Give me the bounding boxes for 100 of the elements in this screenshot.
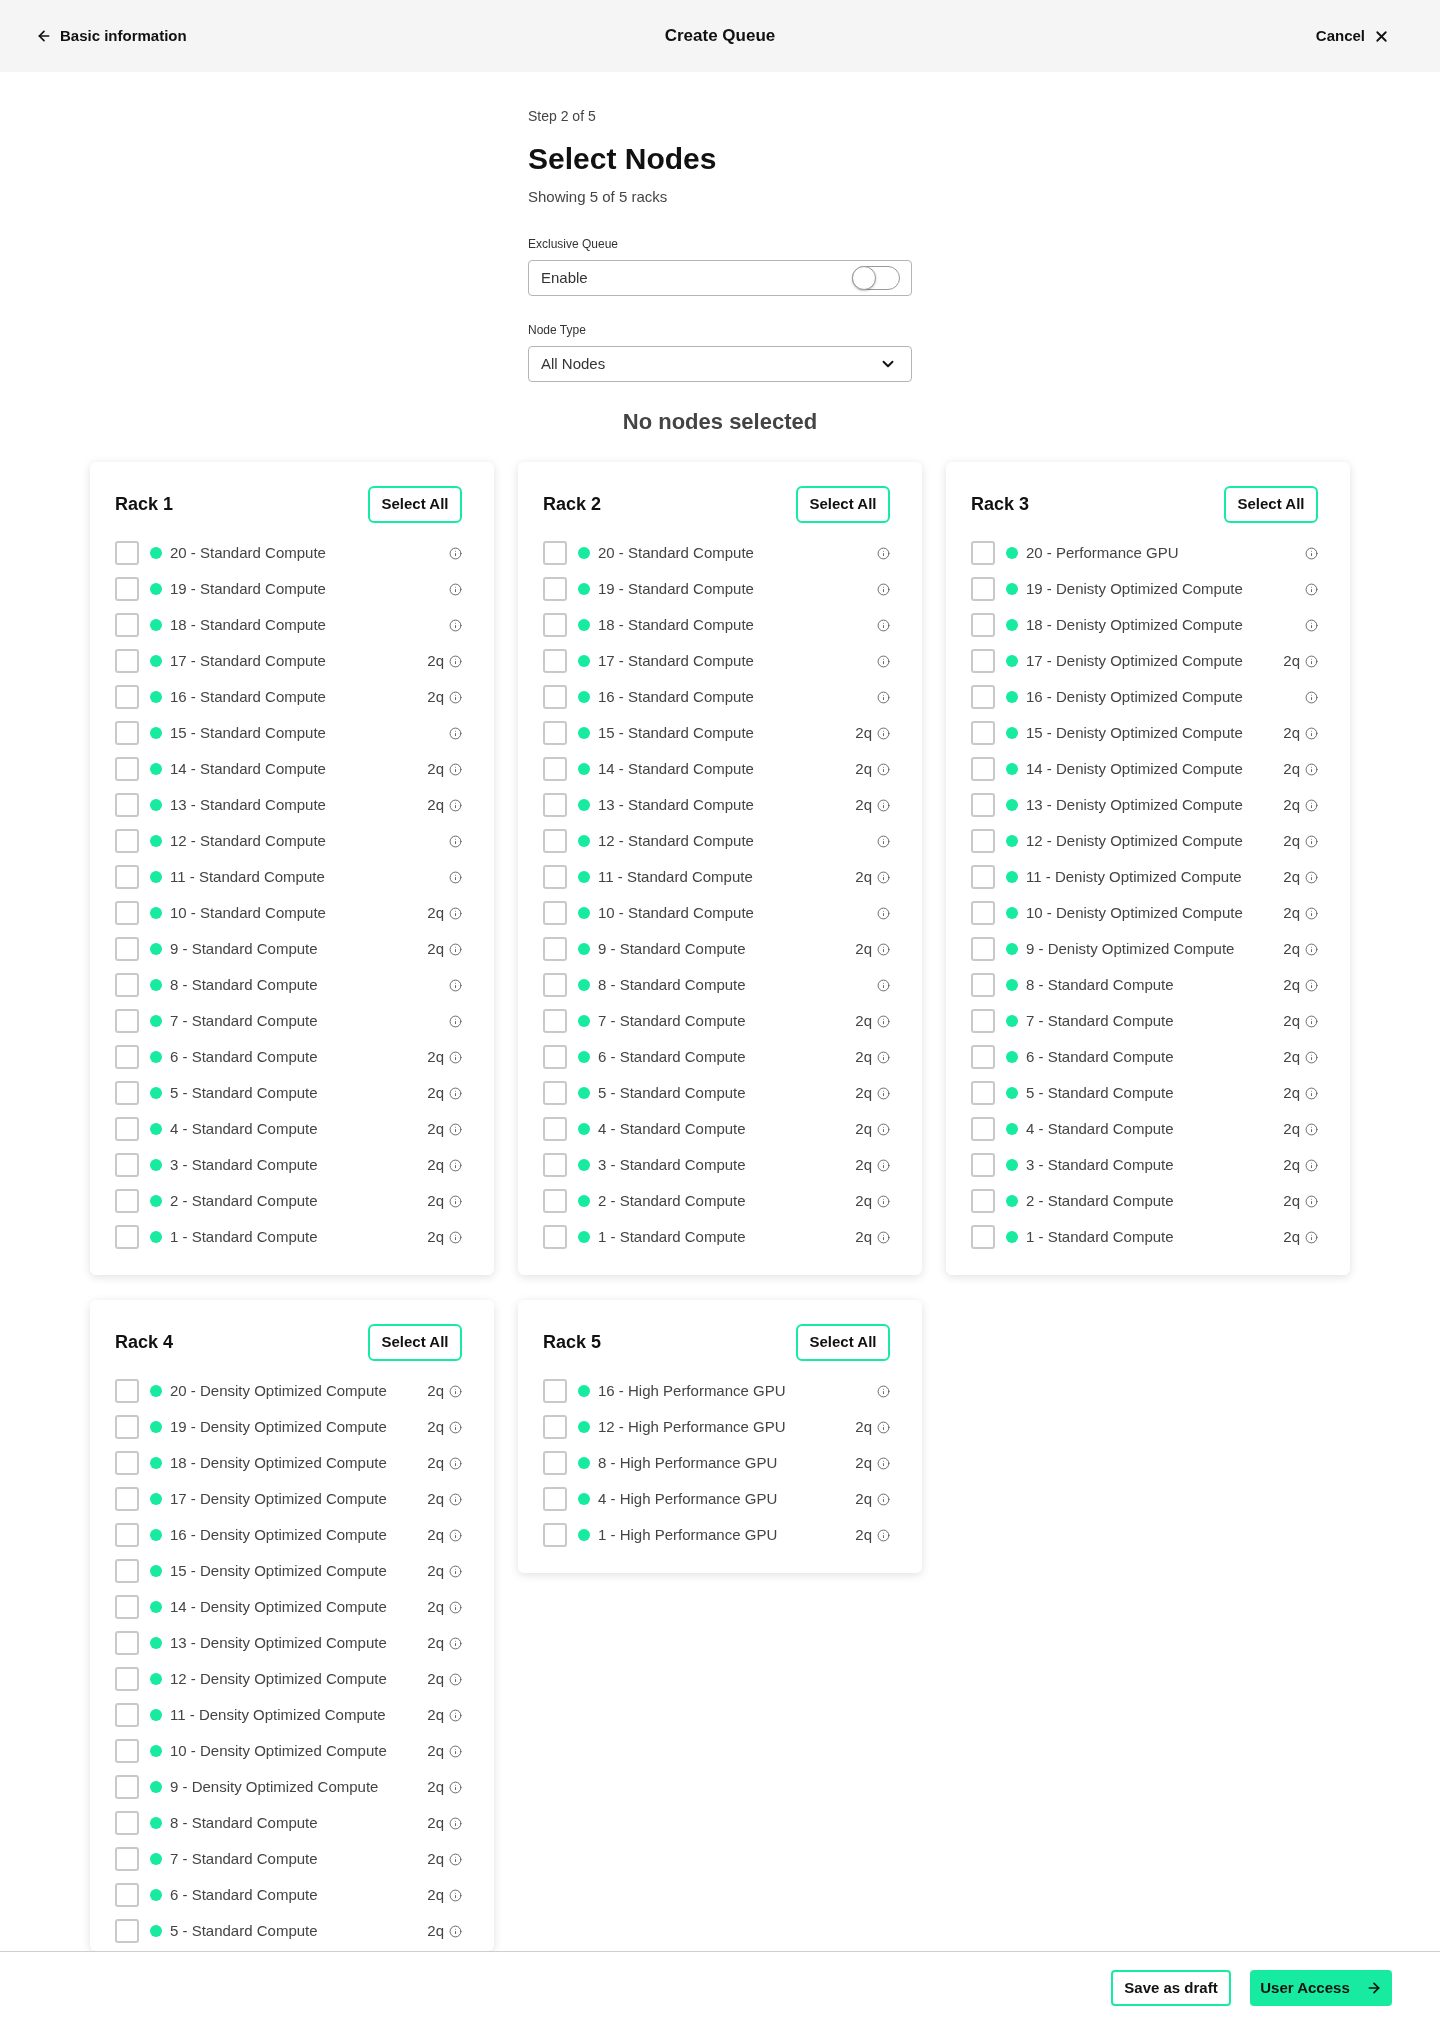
info-icon[interactable]: [1305, 834, 1318, 848]
node-checkbox[interactable]: [971, 541, 995, 565]
node-checkbox[interactable]: [543, 613, 567, 637]
node-checkbox[interactable]: [115, 1595, 139, 1619]
node-checkbox[interactable]: [971, 865, 995, 889]
info-icon[interactable]: [449, 978, 462, 992]
toggle-switch[interactable]: [852, 266, 900, 290]
info-icon[interactable]: [877, 654, 890, 668]
node-checkbox[interactable]: [971, 1117, 995, 1141]
node-checkbox[interactable]: [971, 937, 995, 961]
node-checkbox[interactable]: [115, 1045, 139, 1069]
info-icon[interactable]: [1305, 1122, 1318, 1136]
node-checkbox[interactable]: [115, 901, 139, 925]
node-checkbox[interactable]: [543, 1415, 567, 1439]
info-icon[interactable]: [449, 1780, 462, 1794]
node-checkbox[interactable]: [115, 1739, 139, 1763]
node-checkbox[interactable]: [543, 721, 567, 745]
node-checkbox[interactable]: [115, 1081, 139, 1105]
node-checkbox[interactable]: [115, 1487, 139, 1511]
info-icon[interactable]: [449, 1014, 462, 1028]
node-checkbox[interactable]: [543, 1045, 567, 1069]
node-checkbox[interactable]: [543, 901, 567, 925]
node-checkbox[interactable]: [115, 1451, 139, 1475]
info-icon[interactable]: [877, 1528, 890, 1542]
node-checkbox[interactable]: [543, 793, 567, 817]
info-icon[interactable]: [877, 690, 890, 704]
node-checkbox[interactable]: [971, 577, 995, 601]
node-checkbox[interactable]: [115, 1117, 139, 1141]
info-icon[interactable]: [877, 726, 890, 740]
info-icon[interactable]: [449, 1708, 462, 1722]
back-link[interactable]: Basic information: [36, 24, 187, 48]
info-icon[interactable]: [1305, 762, 1318, 776]
info-icon[interactable]: [877, 1086, 890, 1100]
info-icon[interactable]: [449, 690, 462, 704]
info-icon[interactable]: [1305, 726, 1318, 740]
info-icon[interactable]: [1305, 690, 1318, 704]
info-icon[interactable]: [877, 1122, 890, 1136]
info-icon[interactable]: [877, 1230, 890, 1244]
info-icon[interactable]: [449, 1816, 462, 1830]
node-checkbox[interactable]: [543, 1379, 567, 1403]
node-checkbox[interactable]: [115, 1189, 139, 1213]
node-checkbox[interactable]: [543, 829, 567, 853]
info-icon[interactable]: [877, 942, 890, 956]
node-checkbox[interactable]: [115, 1919, 139, 1943]
node-checkbox[interactable]: [115, 793, 139, 817]
node-checkbox[interactable]: [543, 1153, 567, 1177]
node-checkbox[interactable]: [115, 577, 139, 601]
node-checkbox[interactable]: [115, 1775, 139, 1799]
info-icon[interactable]: [449, 618, 462, 632]
info-icon[interactable]: [449, 654, 462, 668]
info-icon[interactable]: [449, 1672, 462, 1686]
info-icon[interactable]: [877, 1014, 890, 1028]
node-checkbox[interactable]: [971, 757, 995, 781]
info-icon[interactable]: [1305, 906, 1318, 920]
info-icon[interactable]: [449, 1852, 462, 1866]
info-icon[interactable]: [449, 1050, 462, 1064]
info-icon[interactable]: [449, 1492, 462, 1506]
info-icon[interactable]: [1305, 1194, 1318, 1208]
node-checkbox[interactable]: [543, 685, 567, 709]
info-icon[interactable]: [449, 1744, 462, 1758]
node-checkbox[interactable]: [115, 937, 139, 961]
info-icon[interactable]: [449, 546, 462, 560]
info-icon[interactable]: [1305, 618, 1318, 632]
node-checkbox[interactable]: [543, 1081, 567, 1105]
node-checkbox[interactable]: [115, 1379, 139, 1403]
node-checkbox[interactable]: [543, 1487, 567, 1511]
info-icon[interactable]: [1305, 798, 1318, 812]
info-icon[interactable]: [449, 762, 462, 776]
info-icon[interactable]: [877, 582, 890, 596]
info-icon[interactable]: [449, 834, 462, 848]
node-checkbox[interactable]: [543, 649, 567, 673]
select-all-button[interactable]: Select All: [796, 486, 890, 523]
node-checkbox[interactable]: [115, 757, 139, 781]
info-icon[interactable]: [449, 1158, 462, 1172]
select-all-button[interactable]: Select All: [796, 1324, 890, 1361]
node-checkbox[interactable]: [115, 685, 139, 709]
node-checkbox[interactable]: [115, 1847, 139, 1871]
node-checkbox[interactable]: [543, 973, 567, 997]
node-checkbox[interactable]: [971, 649, 995, 673]
select-all-button[interactable]: Select All: [368, 1324, 462, 1361]
info-icon[interactable]: [877, 834, 890, 848]
node-checkbox[interactable]: [543, 1451, 567, 1475]
node-checkbox[interactable]: [115, 829, 139, 853]
info-icon[interactable]: [449, 1384, 462, 1398]
node-checkbox[interactable]: [971, 1189, 995, 1213]
info-icon[interactable]: [449, 726, 462, 740]
node-checkbox[interactable]: [115, 1703, 139, 1727]
node-checkbox[interactable]: [115, 541, 139, 565]
node-checkbox[interactable]: [543, 1009, 567, 1033]
info-icon[interactable]: [877, 762, 890, 776]
info-icon[interactable]: [449, 942, 462, 956]
node-checkbox[interactable]: [971, 1009, 995, 1033]
node-checkbox[interactable]: [971, 721, 995, 745]
info-icon[interactable]: [1305, 654, 1318, 668]
node-checkbox[interactable]: [971, 1081, 995, 1105]
node-checkbox[interactable]: [543, 1523, 567, 1547]
info-icon[interactable]: [449, 582, 462, 596]
node-checkbox[interactable]: [971, 973, 995, 997]
info-icon[interactable]: [449, 1194, 462, 1208]
node-checkbox[interactable]: [115, 1225, 139, 1249]
